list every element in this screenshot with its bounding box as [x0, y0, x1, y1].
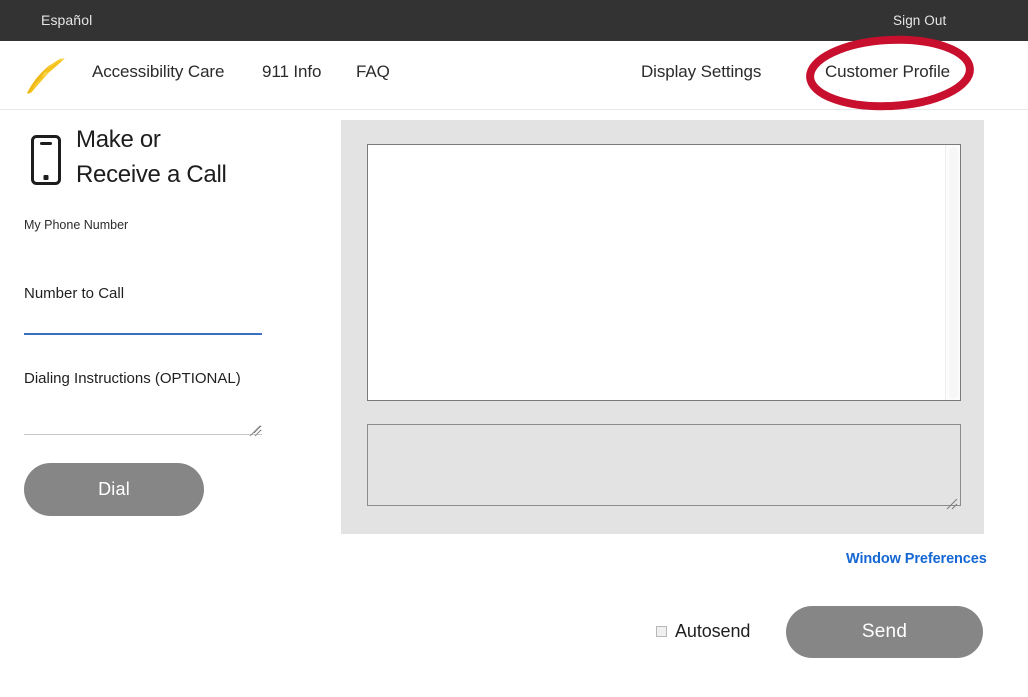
sprint-wing-logo[interactable]: [24, 50, 66, 98]
make-or-receive-call-panel: Make or Receive a Call My Phone Number N…: [0, 110, 340, 697]
smartphone-icon: [30, 134, 62, 186]
autosend-control[interactable]: Autosend: [656, 621, 750, 642]
utility-bar: Español Sign Out: [0, 0, 1028, 41]
language-toggle-espanol[interactable]: Español: [41, 12, 92, 28]
autosend-label[interactable]: Autosend: [675, 621, 750, 642]
page-title-line-1: Make or: [76, 126, 161, 153]
nav-display-settings[interactable]: Display Settings: [641, 62, 761, 82]
dial-button[interactable]: Dial: [24, 463, 204, 516]
transcript-scrollbar[interactable]: [945, 145, 960, 400]
nav-customer-profile[interactable]: Customer Profile: [825, 62, 950, 82]
autosend-checkbox[interactable]: [656, 626, 667, 637]
page-title-line-2: Receive a Call: [76, 161, 227, 188]
page-title: Make or Receive a Call: [76, 122, 316, 192]
sign-out-link[interactable]: Sign Out: [893, 13, 946, 28]
send-button[interactable]: Send: [786, 606, 983, 658]
conversation-panel: [341, 120, 984, 534]
number-to-call-input[interactable]: [24, 309, 262, 335]
dialing-instructions-input[interactable]: [24, 407, 262, 435]
transcript-area[interactable]: [367, 144, 961, 401]
nav-accessibility-care[interactable]: Accessibility Care: [92, 62, 224, 82]
message-compose-input[interactable]: [367, 424, 961, 506]
nav-faq[interactable]: FAQ: [356, 62, 390, 82]
my-phone-number-label: My Phone Number: [24, 218, 129, 232]
dialing-instructions-label: Dialing Instructions (OPTIONAL): [24, 370, 241, 387]
nav-911-info[interactable]: 911 Info: [262, 62, 321, 82]
window-preferences-link[interactable]: Window Preferences: [846, 551, 987, 567]
site-header: Accessibility Care 911 Info FAQ Display …: [0, 41, 1028, 110]
number-to-call-label: Number to Call: [24, 285, 125, 302]
